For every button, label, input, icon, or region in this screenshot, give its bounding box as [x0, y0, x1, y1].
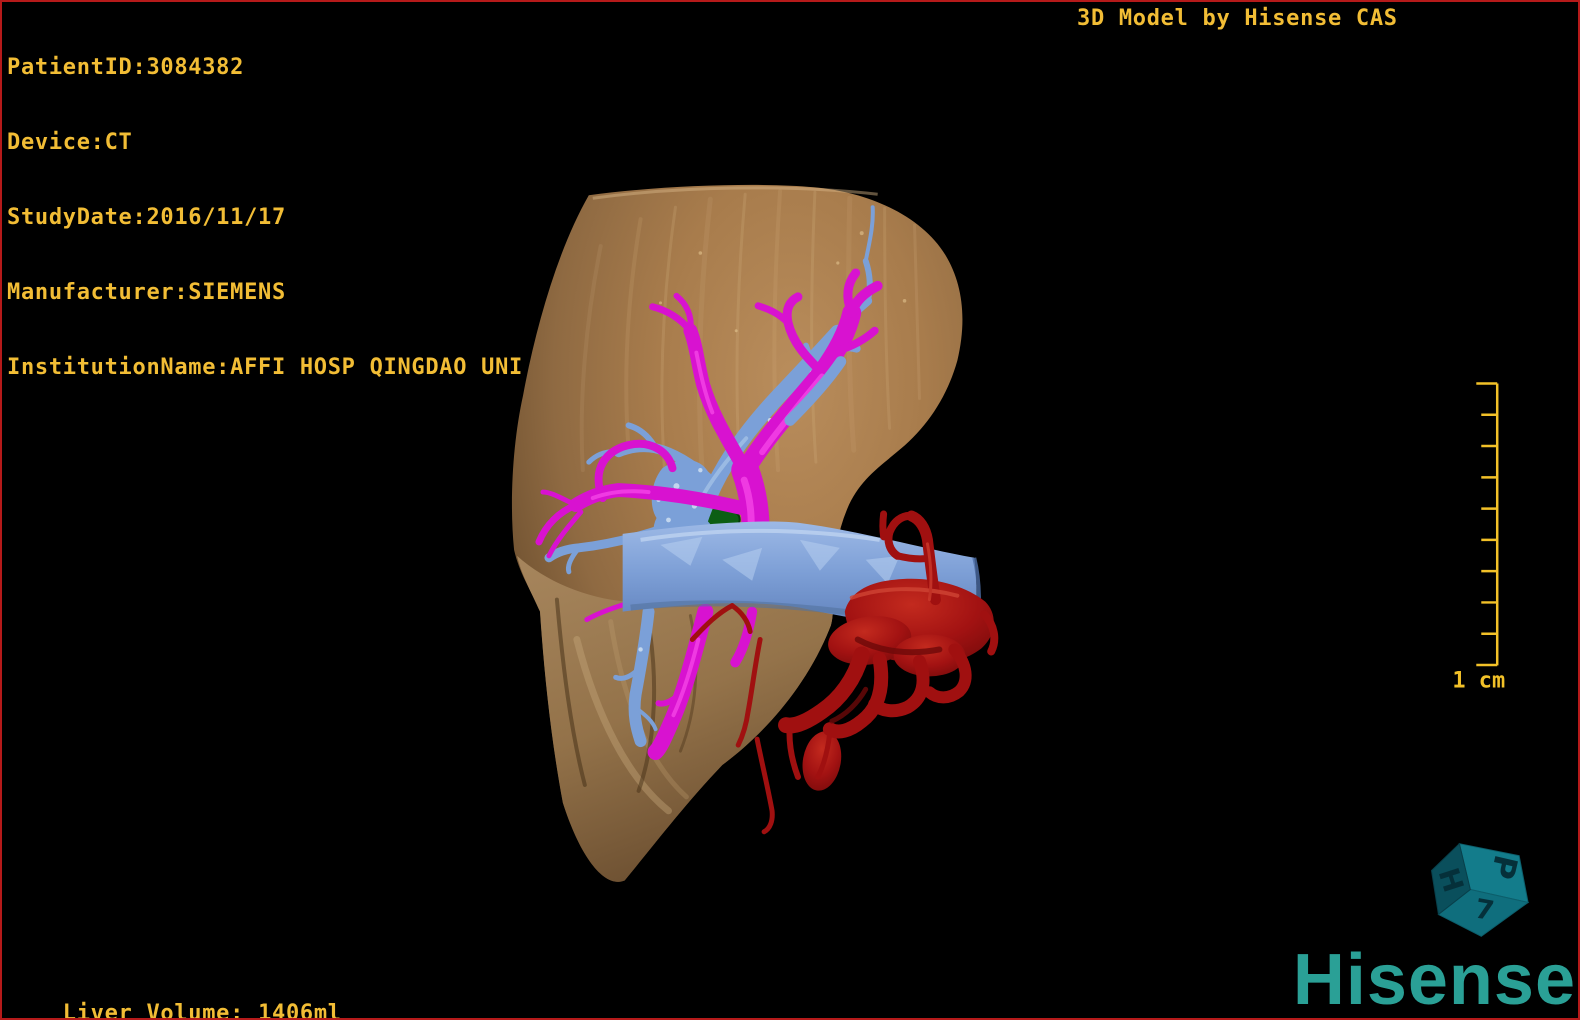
scale-bar-label: 1 cm: [1452, 668, 1505, 693]
liver-volume-label: Liver Volume:: [62, 1001, 245, 1020]
orientation-cube[interactable]: P H 7: [1430, 842, 1530, 937]
scale-bar: 1 cm: [1452, 382, 1505, 693]
patient-id-line: PatientID:3084382: [7, 55, 245, 80]
liver-volume-readout: Liver Volume: 1406ml: [7, 976, 342, 1020]
manufacturer-line: Manufacturer:SIEMENS: [7, 280, 286, 305]
liver-volume-value: 1406ml: [258, 1001, 342, 1020]
hisense-logo: Hisense: [1292, 940, 1576, 1020]
watermark-title: 3D Model by Hisense CAS: [1077, 6, 1398, 31]
study-date-line: StudyDate:2016/11/17: [7, 205, 286, 230]
cas-viewer-window: 1 cm P H 7 PatientID:3084382 Device:CT S…: [0, 0, 1580, 1020]
institution-name-line: InstitutionName:AFFI HOSP QINGDAO UNI: [7, 355, 523, 380]
device-line: Device:CT: [7, 130, 133, 155]
patient-info-block: PatientID:3084382 Device:CT StudyDate:20…: [7, 5, 523, 430]
